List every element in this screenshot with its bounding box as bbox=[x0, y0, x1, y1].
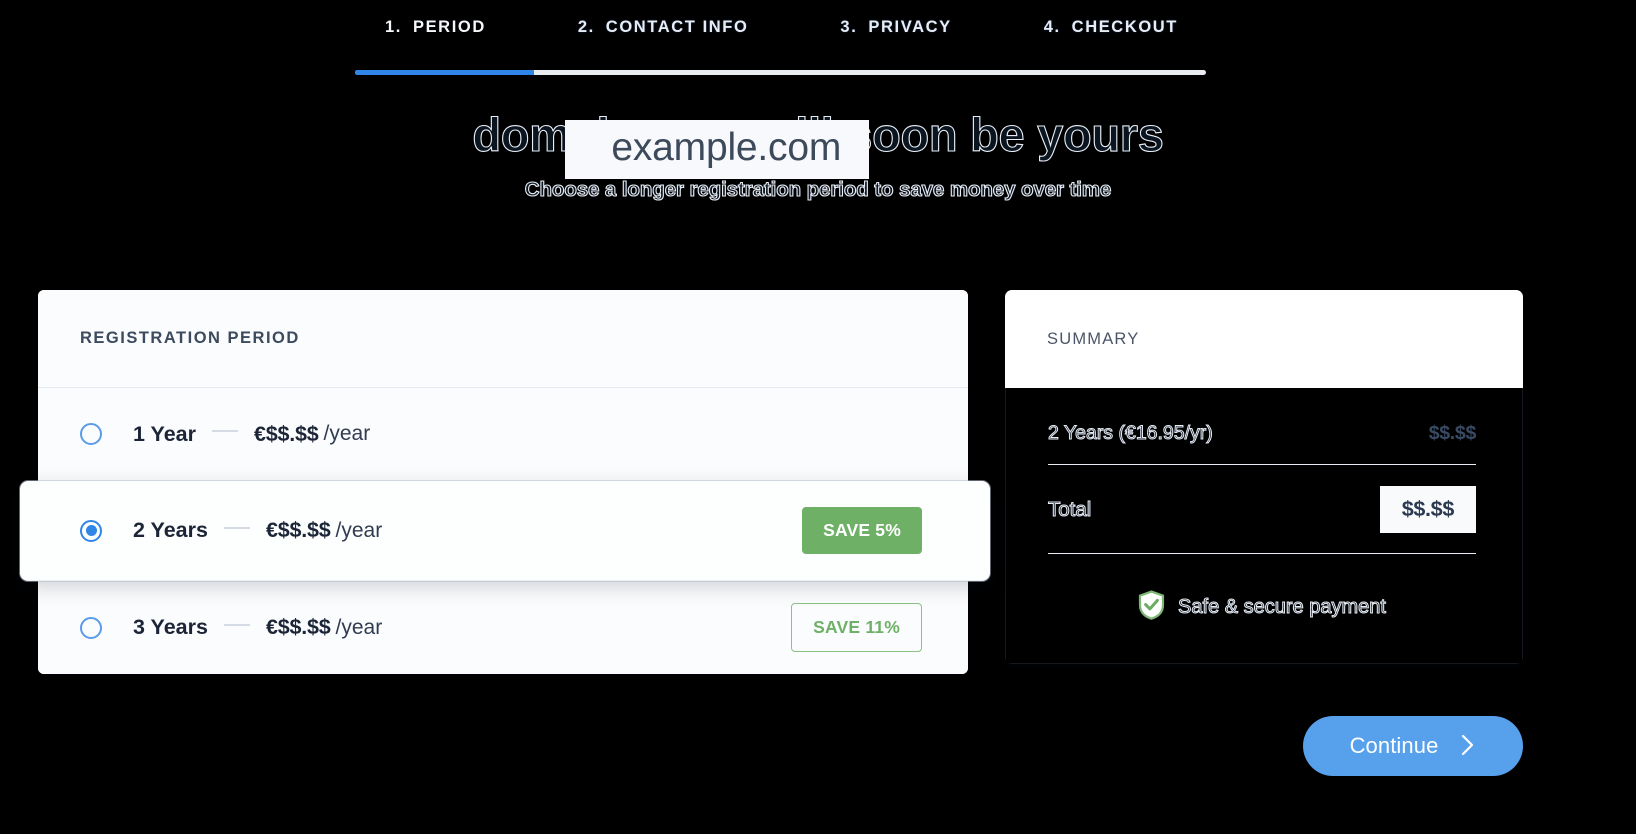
summary-total-label: Total bbox=[1047, 497, 1092, 521]
page-subtitle: Choose a longer registration period to s… bbox=[524, 177, 1112, 202]
period-option-3-years[interactable]: 3 Years €$$.$$ /year SAVE 11% bbox=[38, 581, 968, 674]
period-option-per: /year bbox=[335, 518, 383, 542]
stepper-step-number: 4. bbox=[1043, 18, 1061, 36]
period-option-2-years[interactable]: 2 Years €$$.$$ /year SAVE 5% bbox=[20, 481, 990, 581]
stepper-step-label: CONTACT INFO bbox=[605, 18, 749, 36]
separator-dash-icon bbox=[223, 526, 250, 529]
radio-icon-3-years[interactable] bbox=[80, 616, 102, 639]
registration-period-card: REGISTRATION PERIOD 1 Year €$$.$$ /year … bbox=[20, 290, 990, 674]
save-badge-2-years: SAVE 5% bbox=[802, 507, 922, 554]
separator-dash-icon bbox=[211, 430, 238, 432]
radio-icon-2-years[interactable] bbox=[80, 519, 102, 542]
summary-title: SUMMARY bbox=[1047, 329, 1140, 348]
period-option-price: €$$.$$ bbox=[265, 518, 331, 542]
stepper-progress-fill bbox=[355, 70, 534, 75]
stepper-step-period[interactable]: 1. PERIOD bbox=[385, 18, 486, 37]
domain-name-highlight: example.com bbox=[565, 120, 870, 179]
summary-line-value: $$.$$ bbox=[1428, 422, 1477, 444]
stepper-step-privacy[interactable]: 3. PRIVACY bbox=[840, 18, 951, 37]
chevron-right-icon bbox=[1460, 733, 1476, 760]
period-option-term: 1 Year bbox=[133, 421, 196, 446]
summary-line-label: 2 Years (€16.95/yr) bbox=[1048, 422, 1214, 445]
stepper-step-label: PERIOD bbox=[412, 18, 486, 36]
shield-check-icon bbox=[1138, 590, 1165, 625]
summary-total-row: Total $$.$$ bbox=[1047, 465, 1476, 553]
checkout-stepper: 1. PERIOD 2. CONTACT INFO 3. PRIVACY 4. … bbox=[355, 18, 1206, 75]
save-badge-3-years: SAVE 11% bbox=[791, 603, 922, 652]
summary-header: SUMMARY bbox=[1005, 290, 1523, 388]
stepper-step-contact-info[interactable]: 2. CONTACT INFO bbox=[578, 18, 749, 37]
stepper-progress-track bbox=[355, 70, 1206, 75]
period-option-term: 3 Years bbox=[133, 615, 208, 639]
registration-period-title: REGISTRATION PERIOD bbox=[80, 329, 300, 347]
page-title: domain.com will soon be yours example.co… bbox=[472, 107, 1164, 179]
separator-dash-icon bbox=[223, 623, 250, 626]
summary-line-item: 2 Years (€16.95/yr) $$.$$ bbox=[1048, 422, 1477, 464]
period-option-price: €$$.$$ bbox=[253, 421, 319, 446]
summary-card: SUMMARY 2 Years (€16.95/yr) $$.$$ Total … bbox=[1005, 290, 1523, 664]
period-option-term: 2 Years bbox=[133, 518, 208, 542]
stepper-step-number: 2. bbox=[577, 18, 595, 36]
period-option-price: €$$.$$ bbox=[265, 615, 331, 639]
stepper-step-label: CHECKOUT bbox=[1071, 18, 1178, 36]
stepper-step-checkout[interactable]: 4. CHECKOUT bbox=[1044, 18, 1178, 37]
period-option-1-year[interactable]: 1 Year €$$.$$ /year bbox=[38, 388, 968, 481]
secure-payment-text: Safe & secure payment bbox=[1178, 596, 1387, 619]
hero-section: domain.com will soon be yours example.co… bbox=[0, 107, 1636, 202]
secure-payment-note: Safe & secure payment bbox=[1048, 554, 1476, 633]
continue-button[interactable]: Continue bbox=[1303, 716, 1523, 776]
stepper-step-number: 1. bbox=[385, 18, 402, 36]
stepper-step-number: 3. bbox=[840, 18, 858, 36]
checkout-page: 1. PERIOD 2. CONTACT INFO 3. PRIVACY 4. … bbox=[0, 0, 1636, 834]
continue-button-label: Continue bbox=[1349, 733, 1439, 758]
stepper-steps: 1. PERIOD 2. CONTACT INFO 3. PRIVACY 4. … bbox=[355, 18, 1206, 37]
summary-body: 2 Years (€16.95/yr) $$.$$ Total $$.$$ Sa… bbox=[1005, 388, 1523, 664]
period-option-per: /year bbox=[335, 615, 383, 639]
stepper-step-label: PRIVACY bbox=[868, 18, 952, 36]
registration-period-header: REGISTRATION PERIOD bbox=[38, 290, 968, 388]
summary-total-value: $$.$$ bbox=[1379, 486, 1476, 533]
radio-icon-1-year[interactable] bbox=[80, 423, 102, 445]
period-option-per: /year bbox=[323, 422, 371, 445]
